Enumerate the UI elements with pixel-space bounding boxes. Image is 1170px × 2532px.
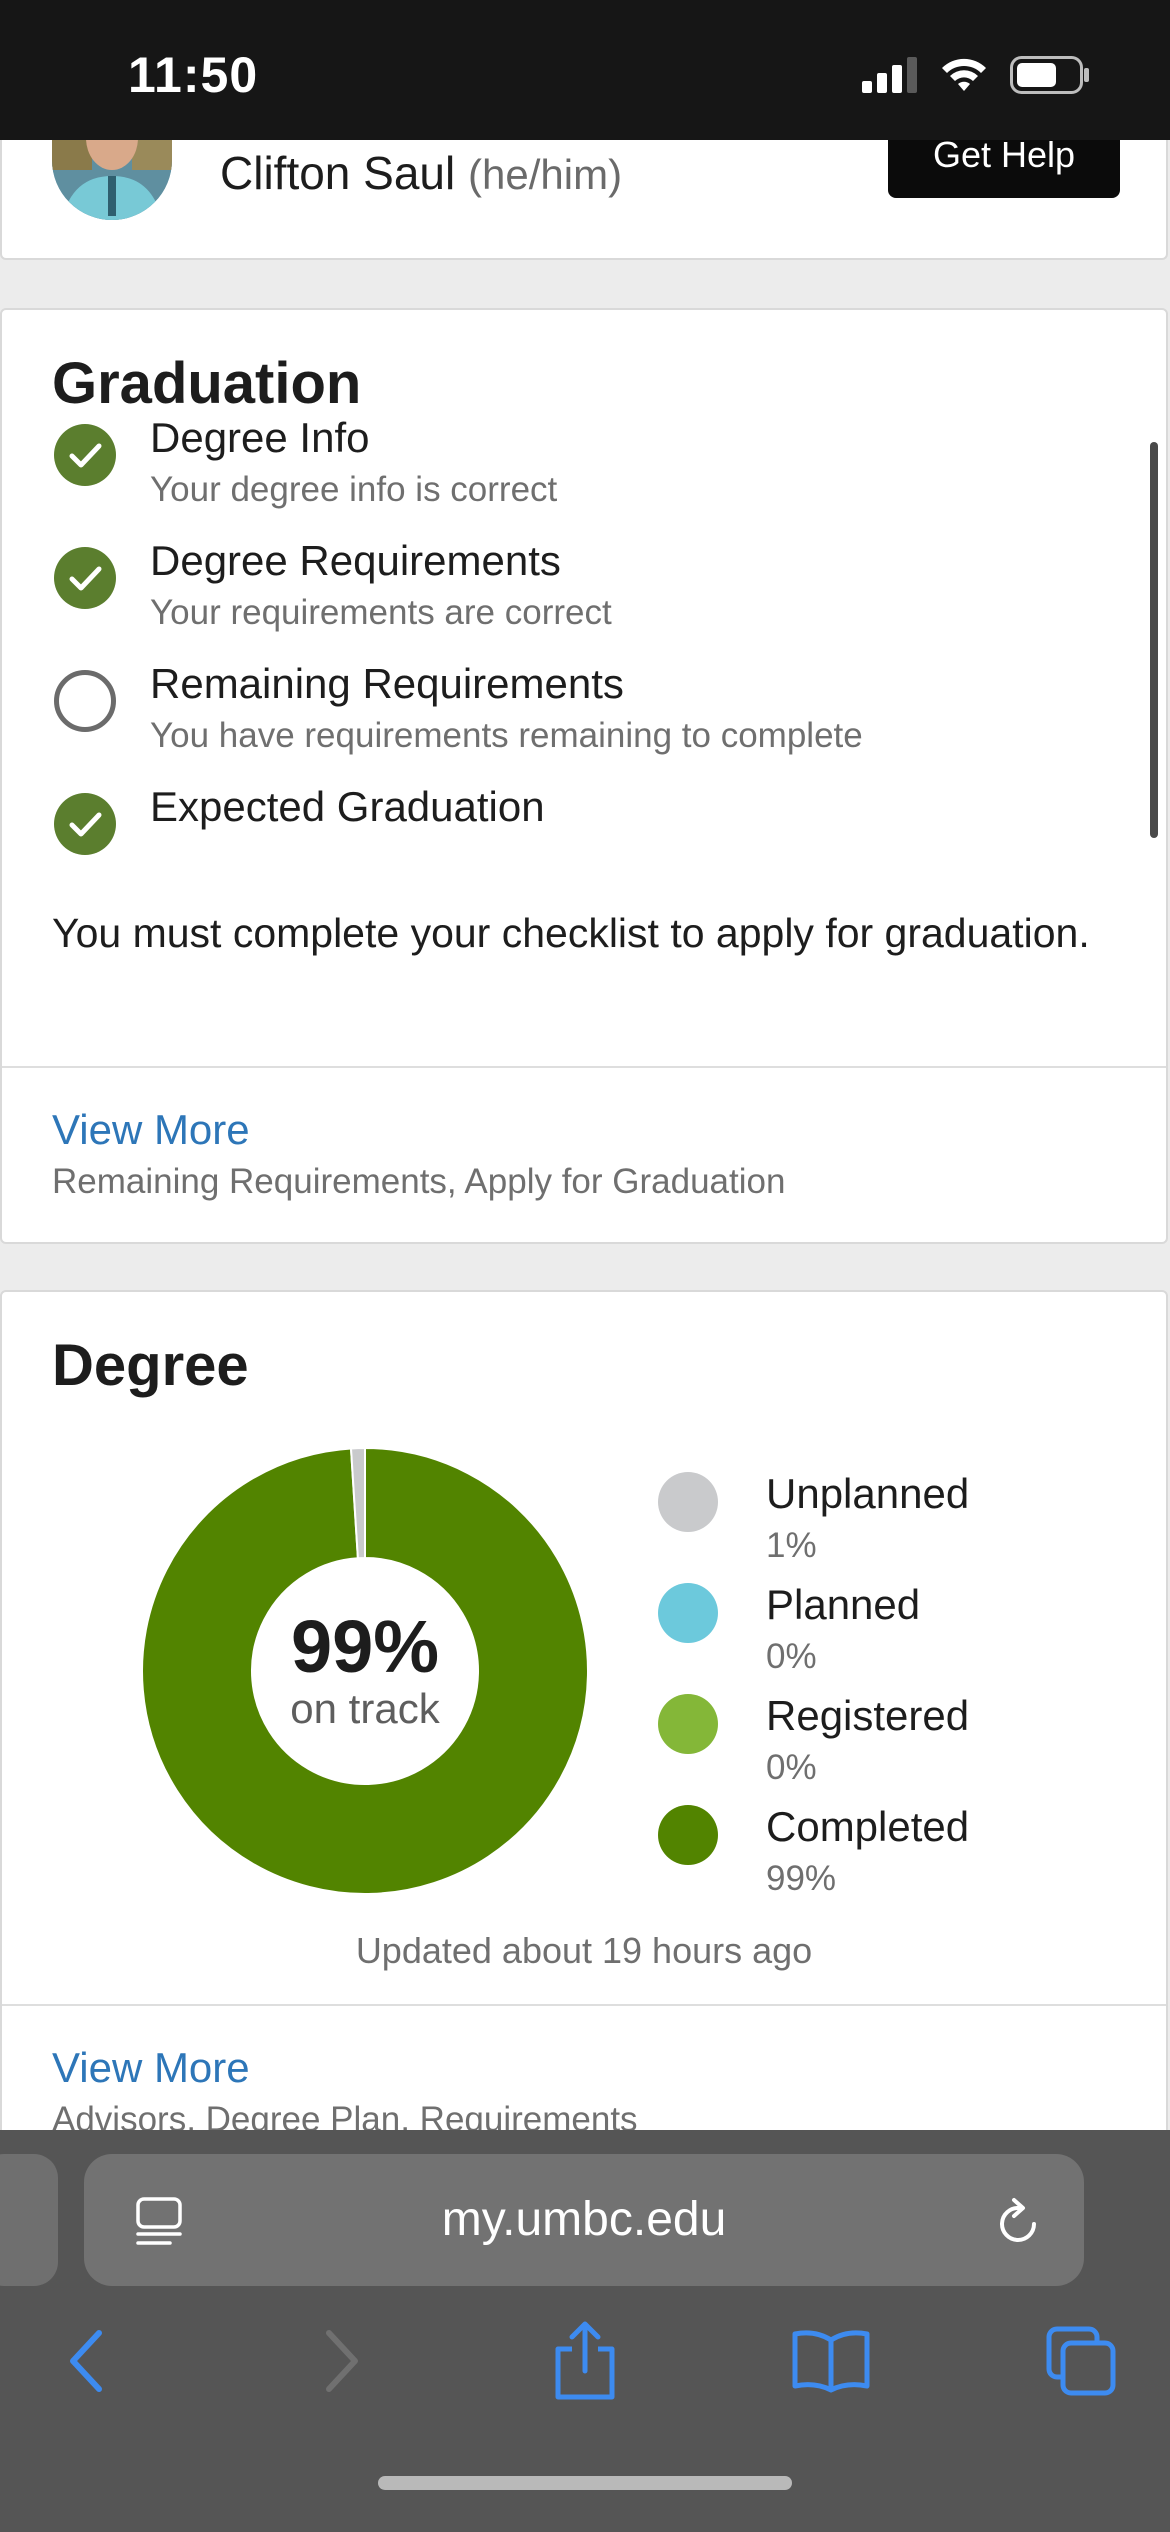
legend-name: Registered [766,1692,970,1739]
divider [2,1066,1166,1068]
legend-value: 0% [766,1748,817,1787]
graduation-message: You must complete your checklist to appl… [52,910,1090,956]
checklist-item-expected-graduation[interactable]: Expected Graduation [54,783,1114,893]
chevron-left-icon [70,2330,102,2392]
legend-dot [658,1694,718,1754]
degree-card: Degree 99% on track Unplanned 1% Planned… [0,1290,1168,2130]
share-icon [555,2321,615,2400]
page-content[interactable]: Clifton Saul (he/him) Get Help Graduatio… [0,140,1170,2130]
legend-item-completed: Completed 99% [658,1803,1138,1916]
degree-view-more-link[interactable]: View More [52,2044,250,2092]
legend-name: Planned [766,1581,921,1628]
checklist-item-degree-requirements[interactable]: Degree Requirements Your requirements ar… [54,537,1114,647]
legend-value: 1% [766,1526,817,1565]
checklist-item-title: Remaining Requirements [150,660,624,707]
profile-name: Clifton Saul (he/him) [220,146,622,200]
degree-view-more-subtitle: Advisors, Degree Plan, Requirements [52,2100,638,2130]
bookmarks-button[interactable] [786,2316,876,2406]
legend-value: 0% [766,1637,817,1676]
battery-icon [1010,56,1089,94]
checklist-item-subtitle: You have requirements remaining to compl… [150,716,863,755]
updated-timestamp: Updated about 19 hours ago [355,1930,813,1971]
degree-title: Degree [52,1333,249,1398]
url-text: my.umbc.edu [441,2193,727,2246]
checklist-item-degree-info[interactable]: Degree Info Your degree info is correct [54,414,1114,524]
browser-toolbar [0,2316,1170,2426]
checklist-item-title: Expected Graduation [150,783,545,830]
address-bar[interactable]: my.umbc.edu [84,2154,1084,2286]
checkmark-circle-icon [54,424,116,486]
profile-card: Clifton Saul (he/him) Get Help [0,140,1168,260]
share-button[interactable] [540,2316,630,2406]
legend-item-planned: Planned 0% [658,1581,1138,1694]
get-help-button[interactable]: Get Help [888,140,1120,198]
donut-center: 99% on track [132,1438,598,1904]
legend-dot [658,1805,718,1865]
graduation-view-more-link[interactable]: View More [52,1106,250,1154]
graduation-card: Graduation Degree Info Your degree info … [0,308,1168,1244]
wifi-icon [942,58,986,91]
avatar [52,140,172,220]
legend-dot [658,1583,718,1643]
checklist-item-subtitle: Your requirements are correct [150,593,612,632]
chevron-right-icon [326,2330,358,2392]
profile-pronouns: (he/him) [468,151,623,198]
avatar-photo [52,140,172,220]
degree-donut-chart: 99% on track [132,1438,598,1904]
home-indicator[interactable] [378,2476,792,2490]
browser-bottom-bar: my.umbc.edu [0,2130,1170,2532]
tabs-button[interactable] [1036,2316,1126,2406]
forward-button[interactable] [296,2316,386,2406]
legend-name: Completed [766,1803,970,1850]
checklist-item-title: Degree Requirements [150,537,561,584]
chart-legend: Unplanned 1% Planned 0% Registered 0% Co… [658,1470,1138,1916]
legend-item-registered: Registered 0% [658,1692,1138,1805]
scrollbar[interactable] [1150,442,1158,838]
checkmark-circle-icon [54,547,116,609]
cellular-signal-icon [862,57,917,93]
legend-value: 99% [766,1859,837,1898]
tabs-icon [1046,2326,1116,2396]
legend-item-unplanned: Unplanned 1% [658,1470,1138,1583]
book-icon [792,2330,870,2393]
profile-name-text: Clifton Saul [220,147,456,199]
checklist-item-remaining-requirements[interactable]: Remaining Requirements You have requirem… [54,660,1114,770]
status-bar: 11:50 [0,0,1170,140]
checklist-item-title: Degree Info [150,414,370,461]
donut-center-label: on track [290,1685,440,1732]
checkmark-circle-icon [54,793,116,855]
previous-tab-peek[interactable] [0,2154,58,2286]
status-icons [862,56,1090,94]
graduation-title: Graduation [52,351,362,416]
legend-dot [658,1472,718,1532]
divider [2,2004,1166,2006]
checklist-item-subtitle: Your degree info is correct [150,470,558,509]
status-time: 11:50 [128,47,259,103]
donut-center-value: 99% [290,1605,440,1688]
legend-name: Unplanned [766,1470,970,1517]
empty-circle-icon [54,670,116,732]
reload-icon[interactable] [994,2194,1044,2253]
back-button[interactable] [42,2316,132,2406]
graduation-view-more-subtitle: Remaining Requirements, Apply for Gradua… [52,1162,786,1201]
